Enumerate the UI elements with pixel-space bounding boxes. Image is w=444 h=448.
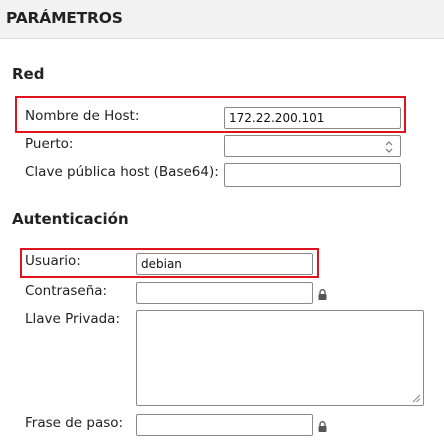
passphrase-label: Frase de paso: <box>25 415 124 431</box>
hostname-field[interactable] <box>224 107 401 129</box>
passphrase-field[interactable] <box>136 414 313 436</box>
parameters-header: PARÁMETROS <box>0 0 444 39</box>
username-label: Usuario: <box>25 253 81 269</box>
hostkey-label: Clave pública host (Base64): <box>25 164 219 180</box>
hostkey-field[interactable] <box>224 163 401 187</box>
private-key-textarea[interactable] <box>136 310 424 406</box>
section-title-network: Red <box>12 65 45 83</box>
hostname-label: Nombre de Host: <box>25 108 140 124</box>
password-label: Contraseña: <box>25 283 108 299</box>
port-field[interactable] <box>224 135 401 157</box>
lock-icon <box>318 421 327 432</box>
page-title: PARÁMETROS <box>6 9 123 27</box>
password-field[interactable] <box>136 282 313 304</box>
section-title-authentication: Autenticación <box>12 210 129 228</box>
username-field[interactable] <box>136 253 313 275</box>
lock-icon <box>318 289 327 300</box>
spinner-icon[interactable] <box>384 140 394 154</box>
private-key-label: Llave Privada: <box>25 311 120 327</box>
port-label: Puerto: <box>25 136 74 152</box>
resize-handle-icon[interactable] <box>412 394 421 403</box>
